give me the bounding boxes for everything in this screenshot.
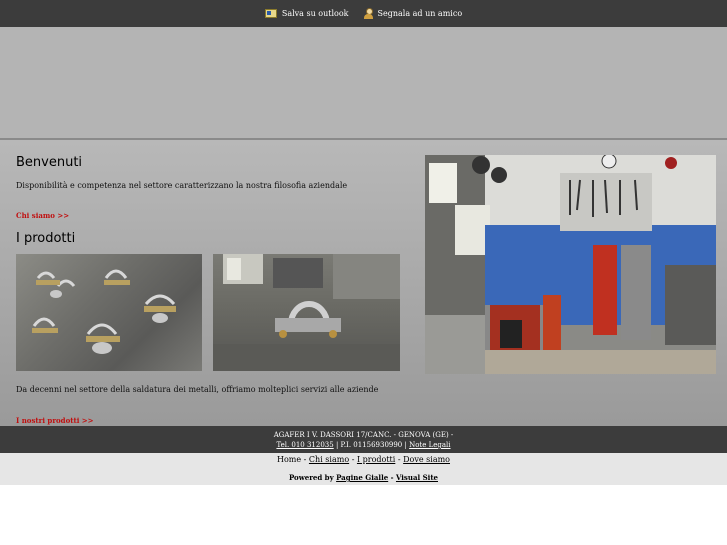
prodotti-link[interactable]: I nostri prodotti >>: [16, 416, 94, 425]
header-banner: [0, 27, 727, 138]
piva-text: P.I. 01156930990: [340, 441, 403, 449]
footer-contact-line: Tel. 010 312035 | P.I. 01156930990 | Not…: [0, 440, 727, 450]
nav-separator: -: [303, 455, 307, 464]
separator: |: [335, 441, 339, 449]
tell-friend-label: Segnala ad un amico: [377, 9, 463, 18]
workshop-photo: [425, 155, 716, 374]
nav-home[interactable]: Home: [277, 455, 301, 464]
tell-friend-link[interactable]: Segnala ad un amico: [363, 8, 463, 19]
nav-separator: -: [351, 455, 355, 464]
chi-siamo-link[interactable]: Chi siamo >>: [16, 211, 69, 220]
footer-nav-links: Home - Chi siamo - I prodotti - Dove sia…: [0, 455, 727, 464]
footer-contacts: AGAFER I V. DASSORI 17/CANC. - GENOVA (G…: [0, 426, 727, 453]
note-legali-link[interactable]: Note Legali: [409, 441, 450, 449]
welcome-text: Disponibilità e competenza nel settore c…: [16, 181, 348, 190]
nav-prodotti[interactable]: I prodotti: [357, 455, 395, 464]
products-title: I prodotti: [16, 231, 76, 246]
nav-dove-siamo[interactable]: Dove siamo: [403, 455, 450, 464]
product-photo-clamps: [16, 254, 202, 371]
outlook-card-icon: [264, 9, 277, 18]
nav-separator: -: [397, 455, 401, 464]
main-content: Benvenuti Disponibilità e competenza nel…: [0, 140, 727, 426]
products-text: Da decenni nel settore della saldatura d…: [16, 385, 379, 394]
welcome-title: Benvenuti: [16, 155, 83, 170]
top-toolbar: Salva su outlook Segnala ad un amico: [0, 0, 727, 27]
pagine-gialle-link[interactable]: Pagine Gialle: [336, 473, 388, 482]
visual-site-link[interactable]: Visual Site: [396, 473, 438, 482]
save-outlook-label: Salva su outlook: [281, 9, 349, 18]
product-photo-clamp: [213, 254, 400, 371]
separator: |: [404, 441, 407, 449]
powered-by: Powered by Pagine Gialle - Visual Site: [0, 473, 727, 482]
powered-separator: -: [390, 473, 394, 482]
nav-chi-siamo[interactable]: Chi siamo: [309, 455, 349, 464]
footer-navigation: Home - Chi siamo - I prodotti - Dove sia…: [0, 453, 727, 485]
powered-label: Powered by: [288, 473, 334, 482]
save-outlook-link[interactable]: Salva su outlook: [264, 9, 349, 18]
footer-address: AGAFER I V. DASSORI 17/CANC. - GENOVA (G…: [273, 431, 454, 439]
tel-link[interactable]: Tel. 010 312035: [276, 441, 333, 449]
person-icon: [363, 8, 373, 19]
